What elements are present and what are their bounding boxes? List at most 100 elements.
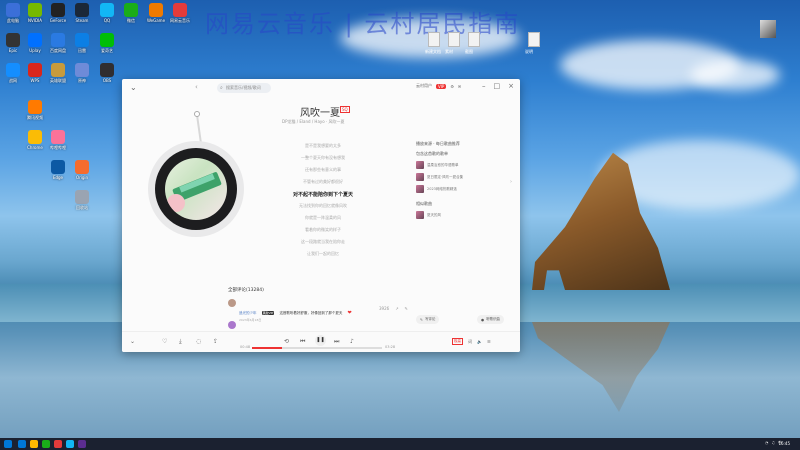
desktop-icon[interactable]: Steam <box>72 3 92 23</box>
lyrics-toggle-icon[interactable]: ♪ <box>350 338 354 345</box>
desktop-icon-label: Chrome <box>27 145 43 150</box>
volume-icon[interactable]: 🔈 <box>477 339 482 344</box>
wifi-icon[interactable]: ◔ <box>765 440 769 446</box>
lyric-line[interactable]: 你就是一阵温柔的风 <box>268 215 378 221</box>
lyric-line[interactable]: 还有那些有意义的事 <box>268 167 378 173</box>
avatar[interactable] <box>228 321 236 329</box>
lyric-line[interactable]: 不管有过的美好都很好 <box>268 179 378 185</box>
chevron-down-icon[interactable]: ⌄ <box>130 83 137 92</box>
list-item[interactable]: 2023网络热歌精选 <box>416 185 512 193</box>
chevron-right-icon[interactable]: › <box>510 179 512 185</box>
source-heading[interactable]: 播放来源 · 每日歌曲推荐 <box>416 141 512 147</box>
lyric-line[interactable]: 无法找到你的回忆就像风吹 <box>268 203 378 209</box>
desktop-icon[interactable]: Chrome <box>25 130 45 150</box>
list-item[interactable]: 夏日限定·风吹一夏合集 <box>416 173 512 181</box>
lyric-line-active[interactable]: 对不起不能陪你到下个夏天 <box>268 191 378 198</box>
desktop-icon[interactable]: 战网 <box>3 63 23 84</box>
file-icon[interactable]: 素材 <box>445 32 460 54</box>
progress-slider[interactable] <box>252 347 382 349</box>
user-name[interactable]: 云村用户 <box>416 83 432 89</box>
rock-reflection <box>532 322 670 412</box>
window-controls: – □ × <box>482 82 514 90</box>
taskbar-app[interactable] <box>42 440 50 448</box>
chevron-down-icon[interactable]: ⌄ <box>130 338 135 345</box>
file-icon[interactable]: 说明 <box>525 32 540 54</box>
quality-button[interactable]: 极高 <box>452 338 463 345</box>
corner-desktop-shortcut[interactable] <box>760 20 776 38</box>
heart-icon[interactable]: ♡ <box>162 338 167 345</box>
taskbar-app[interactable] <box>78 440 86 448</box>
vip-badge[interactable]: VIP <box>436 83 447 89</box>
desktop-icon-label: 原神 <box>78 78 86 83</box>
desktop-icon[interactable]: 腾讯视频 <box>25 100 45 121</box>
song-id-button[interactable]: ● 听歌识曲 <box>477 315 505 324</box>
loop-icon[interactable]: ⟲ <box>284 338 289 345</box>
playlist-list: 温柔治愈的华语歌单 夏日限定·风吹一夏合集 2023网络热歌精选 <box>416 161 512 193</box>
app-icon <box>173 3 187 17</box>
clock[interactable]: 16:45 <box>778 441 790 446</box>
comment-icon[interactable]: ◌ <box>196 338 201 345</box>
list-item[interactable]: 夏天的风 <box>416 211 512 219</box>
desktop-icon[interactable]: 微信 <box>121 3 141 24</box>
next-icon[interactable]: ⏭ <box>334 338 339 346</box>
desktop-icon[interactable]: WeGame <box>146 3 166 23</box>
desktop-icon[interactable]: 哔哩哔哩 <box>48 130 68 151</box>
list-item[interactable]: 温柔治愈的华语歌单 <box>416 161 512 169</box>
lyric-button[interactable]: 词 <box>468 339 472 345</box>
lyric-line[interactable]: 让我们一起的回忆 <box>268 251 378 257</box>
desktop-icon[interactable]: 网易云音乐 <box>170 3 190 24</box>
desktop-icon[interactable]: 回收站 <box>72 190 92 211</box>
avatar[interactable] <box>228 299 236 307</box>
lyric-line[interactable]: 一整个夏天你有没有想我 <box>268 155 378 161</box>
taskbar-app[interactable] <box>66 440 74 448</box>
desktop-icon[interactable]: NVIDIA <box>25 3 45 23</box>
file-icon[interactable]: 新建文档 <box>425 32 441 54</box>
mail-icon[interactable]: ✉ <box>458 84 461 89</box>
search-placeholder: 搜索音乐/视频/歌词 <box>226 85 261 90</box>
desktop-icon[interactable]: Edge <box>48 160 68 180</box>
taskbar-app[interactable] <box>30 440 38 448</box>
search-input[interactable]: ⌕ 搜索音乐/视频/歌词 <box>217 83 271 93</box>
back-icon[interactable]: ‹ <box>195 83 198 91</box>
desktop-icon[interactable]: 英雄联盟 <box>48 63 68 84</box>
volume-icon[interactable]: ♫ <box>771 440 775 446</box>
side-panel: 播放来源 · 每日歌曲推荐 包含这首歌的歌单 温柔治愈的华语歌单 夏日限定·风吹一… <box>416 141 512 219</box>
taskbar-app[interactable] <box>54 440 62 448</box>
settings-icon[interactable]: ⚙ <box>450 84 454 89</box>
lyric-line[interactable]: 是不是我想要的太多 <box>268 143 378 149</box>
song-meta[interactable]: DP龙猫 / Eland / Hayo · 风吹一夏 <box>282 119 345 125</box>
comment-user[interactable]: 追光的少年 <box>239 311 257 315</box>
desktop-icon[interactable]: 爱奇艺 <box>97 33 117 54</box>
desktop-icon[interactable]: Uplay <box>25 33 45 53</box>
share-icon[interactable]: ↗ <box>395 306 398 311</box>
share-icon[interactable]: ⇪ <box>213 338 218 345</box>
reply-icon[interactable]: ✎ <box>405 306 408 311</box>
taskbar-app[interactable] <box>18 440 26 448</box>
minimize-icon[interactable]: – <box>482 82 486 90</box>
download-icon[interactable]: ⤓ <box>179 338 182 346</box>
write-comment-button[interactable]: ✎ 写评论 <box>416 315 440 324</box>
app-icon <box>149 3 163 17</box>
desktop-icon[interactable]: 百度网盘 <box>48 33 68 54</box>
player-bar: ⌄ ♡ ⤓ ◌ ⇪ ⟲ ⏮ ❚❚ ⏭ ♪ 00:48 03:28 极高 词 🔈 … <box>122 331 520 352</box>
desktop-icon[interactable]: Origin <box>72 160 92 180</box>
desktop-icon[interactable]: 此电脑 <box>3 3 23 24</box>
close-icon[interactable]: × <box>508 82 514 90</box>
desktop-icon[interactable]: WPS <box>25 63 45 83</box>
desktop-icon[interactable]: GeForce <box>48 3 68 23</box>
file-icon[interactable]: 截图 <box>465 32 480 54</box>
desktop-icon[interactable]: 迅雷 <box>72 33 92 54</box>
start-button[interactable] <box>4 440 12 448</box>
comment-actions: 3926 ↗ ✎ <box>379 306 408 311</box>
maximize-icon[interactable]: □ <box>494 82 501 90</box>
lyric-line[interactable]: 这一段路就当我在陪你走 <box>268 239 378 245</box>
pause-button[interactable]: ❚❚ <box>315 335 326 346</box>
playlist-icon[interactable]: ☰ <box>487 339 491 344</box>
desktop-icon[interactable]: QQ <box>97 3 117 23</box>
lyric-line[interactable]: 看着你的微笑的样子 <box>268 227 378 233</box>
desktop-icon[interactable]: OBS <box>97 63 117 83</box>
previous-icon[interactable]: ⏮ <box>300 338 305 346</box>
desktop-icon[interactable]: Epic <box>3 33 23 53</box>
desktop-icon[interactable]: 原神 <box>72 63 92 84</box>
like-count[interactable]: 3926 <box>379 306 389 311</box>
